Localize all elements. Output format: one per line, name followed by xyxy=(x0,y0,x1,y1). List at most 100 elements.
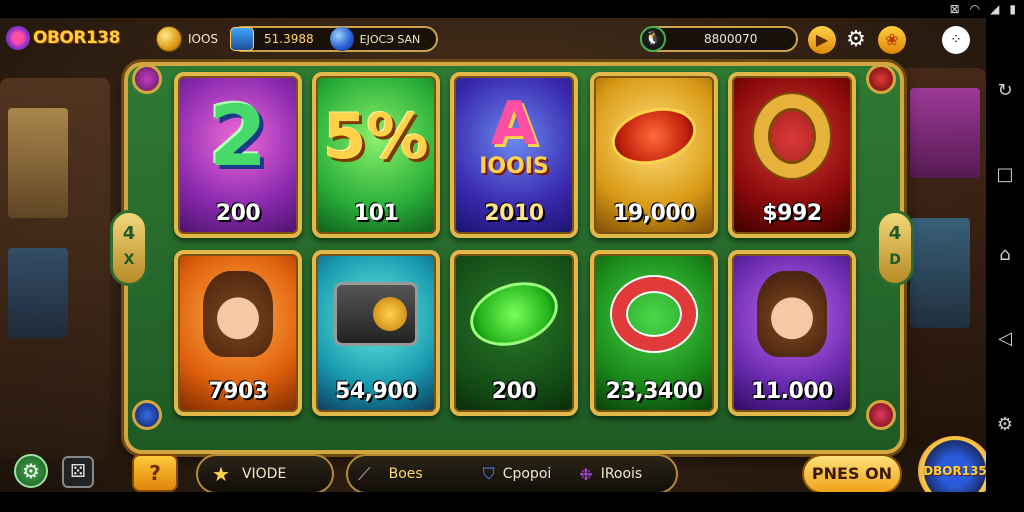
game-logo: OBOR138 xyxy=(6,26,120,50)
tile-7[interactable]: 54,900 xyxy=(312,250,440,416)
tile-6-art xyxy=(178,254,298,374)
bird-icon: 🐧 xyxy=(640,26,666,52)
tile-8-value: 200 xyxy=(491,379,537,404)
items-bar: ⟋ Вoes ⛉ Cpopoi ❉ IRoois xyxy=(346,454,678,492)
woman-portrait-icon xyxy=(203,271,273,357)
tile-9[interactable]: 23,3400 xyxy=(590,250,718,416)
signal-icon: ◢ xyxy=(990,2,1000,16)
right-badge-number: 4 xyxy=(888,223,902,244)
more-icon: ⁘ xyxy=(950,32,962,48)
treasure-icon xyxy=(230,27,254,51)
play-icon: ▶ xyxy=(815,30,829,49)
item3-label[interactable]: IRoois xyxy=(601,466,643,482)
tile-3-art: A IOOIS xyxy=(454,76,574,196)
tile-10-art xyxy=(732,254,852,374)
corner-orb-bottom-right xyxy=(866,400,896,430)
bottom-bar: ⚙ ⚄ ? ★ VIODE ⟋ Вoes ⛉ Cpopoi ❉ IRoois P… xyxy=(0,436,986,492)
dice-button[interactable]: ⚄ xyxy=(62,456,94,488)
balance-value: 51.3988 xyxy=(264,32,314,46)
tile-3[interactable]: A IOOIS 2010 xyxy=(450,72,578,238)
tile-4[interactable]: 19,000 xyxy=(590,72,718,238)
tile-8-art xyxy=(454,254,574,374)
dice-icon: ⚄ xyxy=(70,461,86,482)
settings-gear-button[interactable]: ⚙ xyxy=(14,454,48,488)
lifebuoy-icon xyxy=(612,277,696,351)
tile-5[interactable]: $992 xyxy=(728,72,856,238)
tile-7-art xyxy=(316,254,436,374)
score-pill[interactable]: 🐧 8800070 xyxy=(640,26,798,52)
tile-1-value: 200 xyxy=(215,201,261,226)
score-value: 8800070 xyxy=(704,32,758,46)
bottom-letterbox xyxy=(0,492,986,512)
right-badge-letter: D xyxy=(889,252,901,268)
logo-text: OBOR138 xyxy=(33,28,120,48)
green-chip-icon xyxy=(461,271,567,357)
letter-a-symbol: A xyxy=(490,88,538,159)
settings-icon[interactable]: ⚙ xyxy=(994,414,1016,436)
gem-label: EJOCЭ SAN xyxy=(359,32,421,46)
rotate-icon[interactable]: ↻ xyxy=(994,80,1016,102)
corner-orb-top-left xyxy=(132,64,162,94)
more-button[interactable]: ⁘ xyxy=(942,26,970,54)
gold-label: IOOS xyxy=(188,32,219,46)
item2-label[interactable]: Cpopoi xyxy=(503,466,552,482)
back-icon[interactable]: ◁ xyxy=(994,328,1016,350)
right-multiplier-badge: 4 D xyxy=(876,210,914,286)
home-icon[interactable]: ⌂ xyxy=(994,244,1016,266)
tile-9-art xyxy=(594,254,714,374)
mode-selector[interactable]: ★ VIODE xyxy=(196,454,334,492)
paw-icon: ❀ xyxy=(885,30,899,49)
tile-6[interactable]: 7903 xyxy=(174,250,302,416)
status-icons: ⊠ ◠ ◢ ▮ xyxy=(950,1,1016,17)
status-bar: ⊠ ◠ ◢ ▮ xyxy=(0,0,1024,18)
gear-icon: ⚙ xyxy=(22,459,40,483)
tile-7-value: 54,900 xyxy=(335,379,417,404)
wand-icon: ⟋ xyxy=(358,463,371,485)
tile-5-art xyxy=(732,76,852,196)
game-area: OBOR138 IOOS 51.3988 EJOCЭ SAN 🐧 8800070… xyxy=(0,18,986,492)
tile-2-value: 101 xyxy=(353,201,399,226)
tile-2[interactable]: 5% 101 xyxy=(312,72,440,238)
paw-button[interactable]: ❀ xyxy=(878,26,906,54)
mode-label: VIODE xyxy=(241,466,287,482)
tile-1[interactable]: 2 200 xyxy=(174,72,302,238)
left-multiplier-badge: 4 X xyxy=(110,210,148,286)
shield-icon: ⛉ xyxy=(482,464,495,483)
radio-icon xyxy=(334,282,418,346)
spin-button[interactable]: PNES ON xyxy=(802,454,902,492)
android-nav-bar: ↻ □ ⌂ ◁ ⚙ xyxy=(986,18,1024,512)
top-bar: OBOR138 IOOS 51.3988 EJOCЭ SAN 🐧 8800070… xyxy=(0,18,986,64)
recents-icon[interactable]: □ xyxy=(994,164,1016,186)
item1-label[interactable]: Вoes xyxy=(389,466,423,482)
left-badge-letter: X xyxy=(123,252,135,268)
wifi-icon: ◠ xyxy=(969,2,981,16)
tile-10-value: 11.000 xyxy=(751,379,833,404)
tile-5-value: $992 xyxy=(762,201,822,226)
woman-portrait-icon xyxy=(757,271,827,357)
flower-icon xyxy=(6,26,30,50)
tile-2-art: 5% xyxy=(316,76,436,196)
gold-counter[interactable]: IOOS xyxy=(156,26,226,52)
gear-icon: ⚙ xyxy=(846,27,866,52)
gold-ring-icon xyxy=(754,94,830,178)
help-label: ? xyxy=(149,461,161,485)
star-icon: ★ xyxy=(212,462,230,486)
tile-3-sublabel: IOOIS xyxy=(479,153,549,179)
tile-1-art: 2 xyxy=(178,76,298,196)
help-button[interactable]: ? xyxy=(132,454,178,492)
number-two-symbol: 2 xyxy=(208,87,268,185)
tile-4-value: 19,000 xyxy=(613,201,695,226)
tile-8[interactable]: 200 xyxy=(450,250,578,416)
tile-4-art xyxy=(594,76,714,196)
background-arcade-left xyxy=(0,78,110,458)
tile-10[interactable]: 11.000 xyxy=(728,250,856,416)
play-button[interactable]: ▶ xyxy=(808,26,836,54)
settings-button[interactable]: ⚙ xyxy=(842,26,870,54)
corner-orb-top-right xyxy=(866,64,896,94)
balance-pill[interactable]: 51.3988 EJOCЭ SAN xyxy=(230,26,438,52)
tile-3-value: 2010 xyxy=(484,201,544,226)
corner-orb-bottom-left xyxy=(132,400,162,430)
gem-icon xyxy=(329,27,354,51)
tile-6-value: 7903 xyxy=(208,379,268,404)
left-badge-number: 4 xyxy=(122,223,136,244)
